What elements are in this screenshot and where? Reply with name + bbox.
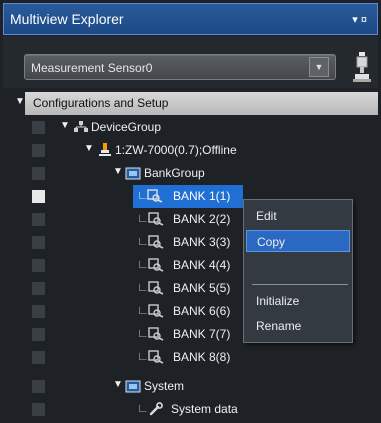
bank-icon (148, 350, 164, 364)
tree-item-label: BANK 5(5) (173, 281, 231, 295)
tree-item-bank-8[interactable]: ∟ BANK 8(8) (3, 346, 378, 369)
sensor-device-icon[interactable] (353, 52, 371, 82)
tree-connector: ∟ (137, 326, 149, 340)
tree-item-system-data[interactable]: ∟ System data (3, 398, 378, 421)
tree-connector: ∟ (137, 257, 149, 271)
menu-item-label: Initialize (256, 294, 300, 308)
checkbox[interactable] (32, 167, 45, 180)
menu-item-edit[interactable]: Edit (246, 205, 350, 227)
bank-icon (148, 235, 164, 249)
tree-item-label: BANK 3(3) (173, 235, 231, 249)
folder-icon (125, 167, 141, 180)
checkbox[interactable] (32, 380, 45, 393)
checkbox[interactable] (32, 259, 45, 272)
tree-connector: ∟ (137, 401, 149, 415)
checkbox[interactable] (32, 190, 45, 203)
tree-item-system[interactable]: ▼ System (3, 375, 378, 398)
device-group-icon (74, 121, 88, 132)
tree-item-label: DeviceGroup (91, 120, 162, 134)
expand-icon[interactable]: ▼ (113, 166, 123, 177)
expand-icon[interactable]: ▼ (15, 96, 25, 107)
checkbox[interactable] (32, 121, 45, 134)
tree-connector: ∟ (137, 234, 149, 248)
tree-item-label: System data (171, 402, 238, 416)
folder-icon (125, 380, 141, 393)
sensor-dropdown-value: Measurement Sensor0 (31, 61, 153, 75)
tree-connector: ∟ (137, 211, 149, 225)
bank-icon (148, 327, 164, 341)
tree-item-label: BANK 2(2) (173, 212, 231, 226)
bank-icon (148, 258, 164, 272)
tree-item-bank-group[interactable]: ▼ BankGroup (3, 162, 378, 185)
menu-separator (252, 284, 348, 285)
tree-root-header[interactable]: Configurations and Setup (25, 92, 378, 115)
checkbox[interactable] (32, 144, 45, 157)
checkbox[interactable] (32, 403, 45, 416)
bank-icon (148, 212, 164, 226)
menu-item-copy[interactable]: Copy (246, 230, 350, 252)
bank-icon (147, 189, 163, 203)
tree-item-label: System (144, 379, 185, 393)
expand-icon[interactable]: ▼ (60, 120, 70, 131)
tree-item-label: BANK 7(7) (173, 327, 231, 341)
menu-item-label: Edit (256, 209, 277, 223)
checkbox[interactable] (32, 351, 45, 364)
tree-item-label: BANK 1(1) (173, 189, 231, 203)
tree-item-label: BANK 4(4) (173, 258, 231, 272)
bank-icon (148, 281, 164, 295)
checkbox[interactable] (32, 213, 45, 226)
expand-icon[interactable]: ▼ (113, 379, 123, 390)
chevron-down-icon[interactable]: ▼ (309, 57, 329, 77)
tree-connector: ∟ (137, 303, 149, 317)
tree-item-device-group[interactable]: ▼ DeviceGroup (3, 116, 378, 139)
pin-icon[interactable]: ▾ ¤ (352, 13, 367, 26)
tree-item-label: BANK 6(6) (173, 304, 231, 318)
sensor-icon (99, 143, 111, 156)
sensor-dropdown[interactable]: Measurement Sensor0 ▼ (24, 54, 336, 80)
tree-item-label: BANK 8(8) (173, 350, 231, 364)
wrench-icon (149, 402, 163, 416)
menu-item-label: Rename (256, 319, 302, 333)
checkbox[interactable] (32, 282, 45, 295)
menu-item-rename[interactable]: Rename (246, 315, 350, 337)
expand-icon[interactable]: ▼ (84, 143, 94, 154)
tree-root-label: Configurations and Setup (33, 96, 169, 110)
bank-icon (148, 304, 164, 318)
tree-connector: ∟ (137, 349, 149, 363)
tree-item-device[interactable]: ▼ 1:ZW-7000(0.7);Offline (3, 139, 378, 162)
tree-item-label: 1:ZW-7000(0.7);Offline (115, 143, 237, 157)
panel-title-bar: Multiview Explorer ▾ ¤ (3, 3, 378, 35)
checkbox[interactable] (32, 305, 45, 318)
tree-connector: ∟ (137, 280, 149, 294)
checkbox[interactable] (32, 236, 45, 249)
panel-title: Multiview Explorer (10, 11, 124, 27)
checkbox[interactable] (32, 328, 45, 341)
tree-item-bank-1-selected[interactable]: ∟ BANK 1(1) (133, 185, 243, 208)
menu-item-label: Copy (257, 235, 286, 249)
menu-item-initialize[interactable]: Initialize (246, 290, 350, 312)
tree-item-label: BankGroup (144, 166, 205, 180)
context-menu: Edit Copy Initialize Rename (243, 199, 353, 343)
